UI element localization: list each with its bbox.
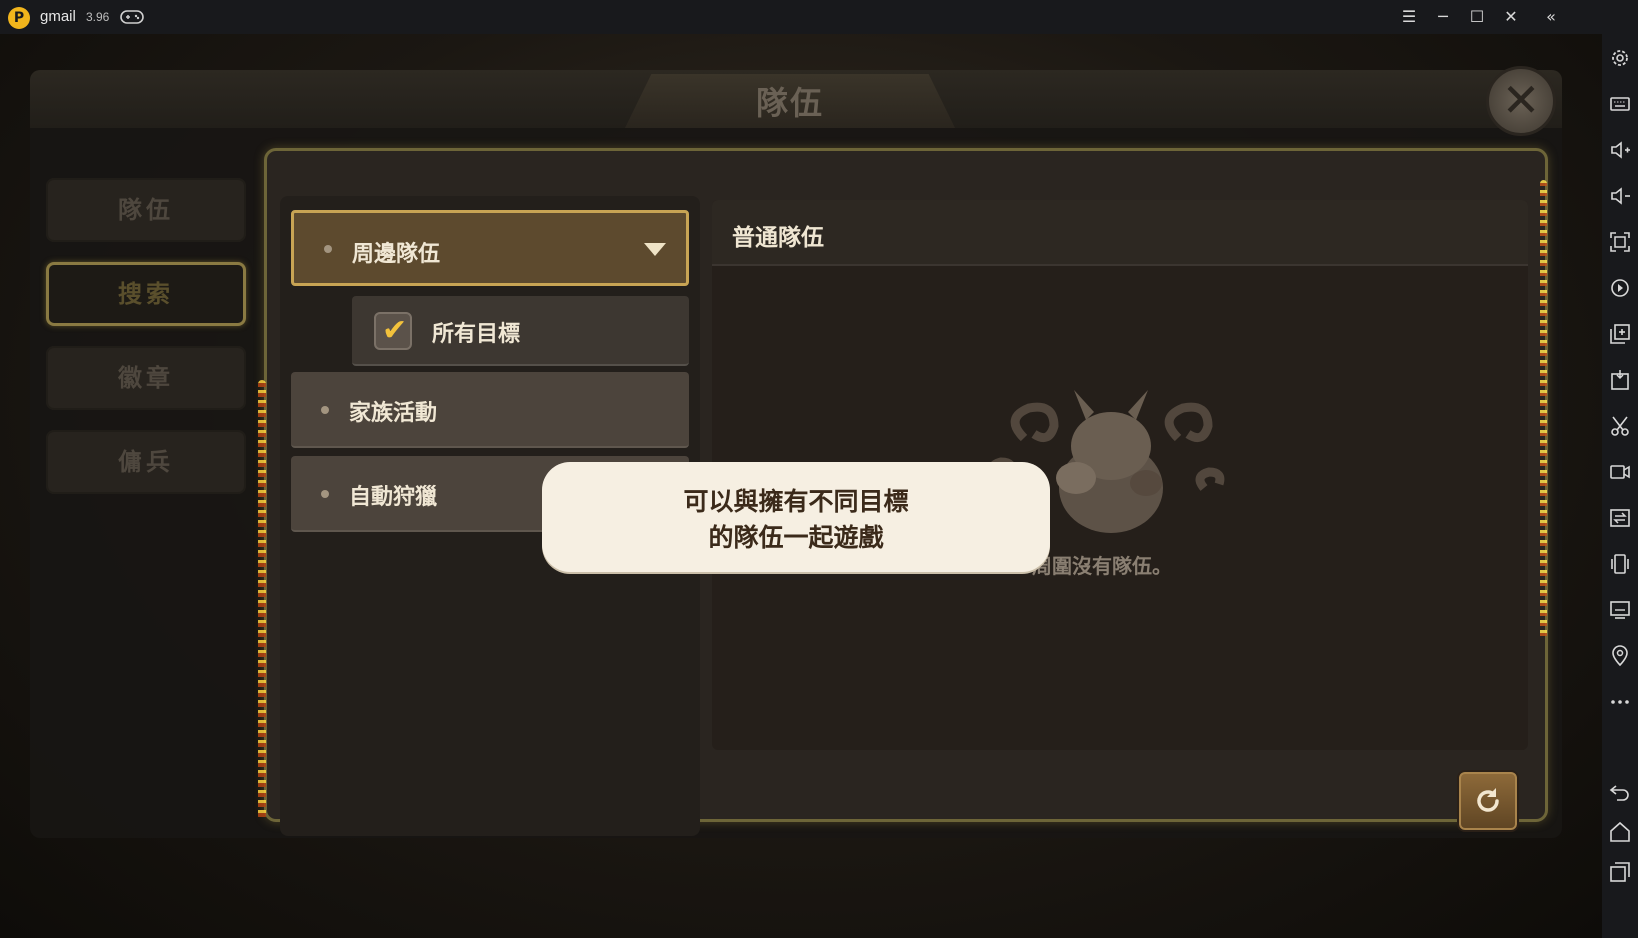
maximize-icon[interactable]: ☐ <box>1464 5 1490 29</box>
team-list-header: 普通隊伍 <box>712 200 1528 266</box>
volume-down-icon[interactable] <box>1608 184 1632 208</box>
shake-icon[interactable] <box>1608 552 1632 576</box>
filter-option-guild-activity[interactable]: 家族活動 <box>291 372 689 448</box>
option-all-targets[interactable]: ✔ 所有目標 <box>352 296 689 366</box>
tab-team[interactable]: 隊伍 <box>46 178 246 242</box>
team-list-title: 普通隊伍 <box>732 225 824 251</box>
menu-icon[interactable]: ☰ <box>1396 5 1422 29</box>
spark-effect-right <box>1540 180 1547 640</box>
tab-mercenary[interactable]: 傭兵 <box>46 430 246 494</box>
keyboard-icon[interactable] <box>1608 92 1632 116</box>
close-window-icon[interactable]: ✕ <box>1498 5 1524 29</box>
emulator-sidebar <box>1602 34 1638 938</box>
record-replay-icon[interactable] <box>1608 276 1632 300</box>
app-logo-icon: P <box>8 7 30 29</box>
spark-effect-left <box>258 380 266 820</box>
volume-up-icon[interactable] <box>1608 138 1632 162</box>
multi-instance-icon[interactable] <box>1608 322 1632 346</box>
chevron-down-icon <box>644 243 666 256</box>
empty-state-text: 周圍沒有隊伍。 <box>1032 554 1172 578</box>
tab-badge[interactable]: 徽章 <box>46 346 246 410</box>
option-label: 家族活動 <box>349 401 438 426</box>
tooltip-line-1: 可以與擁有不同目標 <box>683 487 909 516</box>
gamepad-icon[interactable] <box>120 9 144 25</box>
refresh-button[interactable] <box>1457 770 1519 832</box>
scissors-icon[interactable] <box>1608 414 1632 438</box>
collapse-sidebar-icon[interactable]: « <box>1538 5 1564 29</box>
emulator-titlebar: P gmail 3.96 ☰ ─ ☐ ✕ « <box>0 0 1638 34</box>
sync-icon[interactable] <box>1608 506 1632 530</box>
minimize-icon[interactable]: ─ <box>1430 5 1456 29</box>
page-title: 隊伍 <box>755 84 824 122</box>
option-label: 自動狩獵 <box>349 485 438 510</box>
refresh-icon <box>1477 788 1499 812</box>
tooltip-line-2: 的隊伍一起遊戲 <box>708 523 884 552</box>
home-icon[interactable] <box>1608 820 1632 844</box>
all-targets-checkbox[interactable]: ✔ <box>374 312 412 350</box>
more-icon[interactable] <box>1608 690 1632 714</box>
back-icon[interactable] <box>1608 780 1632 804</box>
recent-apps-icon[interactable] <box>1608 860 1632 884</box>
close-dialog-button[interactable]: ✕ <box>1486 66 1556 136</box>
display-icon[interactable] <box>1608 598 1632 622</box>
screenshot-icon[interactable] <box>1608 230 1632 254</box>
app-title: gmail <box>40 8 76 25</box>
tooltip-bubble: 可以與擁有不同目標 的隊伍一起遊戲 <box>542 462 1050 572</box>
app-version: 3.96 <box>86 10 110 24</box>
location-icon[interactable] <box>1608 644 1632 668</box>
sub-option-label: 所有目標 <box>432 322 521 347</box>
bullet-icon <box>321 406 329 414</box>
dropdown-label: 周邊隊伍 <box>352 242 441 267</box>
settings-icon[interactable] <box>1608 46 1632 70</box>
apk-install-icon[interactable] <box>1608 368 1632 392</box>
tab-search[interactable]: 搜索 <box>46 262 246 326</box>
checkmark-icon: ✔ <box>382 313 408 348</box>
bullet-icon <box>321 490 329 498</box>
video-record-icon[interactable] <box>1608 460 1632 484</box>
bullet-icon <box>324 245 332 253</box>
filter-dropdown-nearby[interactable]: 周邊隊伍 <box>291 210 689 286</box>
